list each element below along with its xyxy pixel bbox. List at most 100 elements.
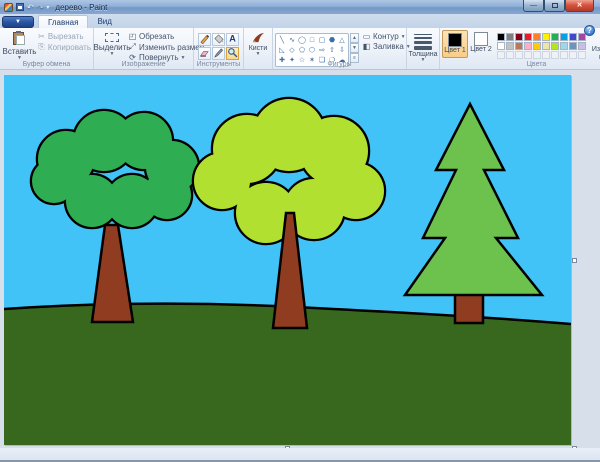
palette-swatch-empty[interactable] bbox=[542, 51, 550, 59]
shape-4-icon[interactable]: ▢ bbox=[317, 35, 327, 45]
palette-swatch[interactable] bbox=[569, 33, 577, 41]
palette-swatch[interactable] bbox=[497, 33, 505, 41]
fir-trunk bbox=[455, 293, 483, 323]
status-bar bbox=[0, 448, 600, 460]
magnifier-tool[interactable] bbox=[226, 47, 239, 60]
ribbon-tab-row: ▼ Главная Вид bbox=[0, 14, 600, 28]
palette-swatch-empty[interactable] bbox=[569, 51, 577, 59]
work-area bbox=[0, 70, 600, 460]
shape-1-icon[interactable]: ∿ bbox=[287, 35, 297, 45]
magnifier-icon bbox=[227, 45, 238, 63]
title-bar: ↶ ↷ ▾ дерево - Paint — ✕ bbox=[0, 0, 600, 14]
fill-button[interactable]: ◧ Заливка ▼ bbox=[362, 42, 411, 51]
image-group: Выделить ▼ ◰ Обрезать ⤢ Изменить размер … bbox=[94, 28, 194, 69]
eraser-tool[interactable] bbox=[198, 47, 211, 60]
palette-swatch[interactable] bbox=[515, 33, 523, 41]
size-dropdown-icon: ▼ bbox=[421, 58, 426, 62]
palette-swatch[interactable] bbox=[524, 42, 532, 50]
file-menu-button[interactable]: ▼ bbox=[2, 16, 34, 28]
paint-app-icon[interactable] bbox=[4, 3, 13, 12]
palette-swatch[interactable] bbox=[506, 33, 514, 41]
shape-8-icon[interactable]: ◇ bbox=[287, 45, 297, 55]
shape-3-icon[interactable]: □ bbox=[307, 35, 317, 45]
paste-button[interactable]: Вставить ▼ bbox=[2, 30, 37, 60]
palette-swatch[interactable] bbox=[551, 33, 559, 41]
color1-button[interactable]: Цвет 1 bbox=[442, 30, 468, 58]
svg-text:A: A bbox=[229, 33, 236, 43]
close-button[interactable]: ✕ bbox=[565, 0, 594, 12]
paint-window: ↶ ↷ ▾ дерево - Paint — ✕ ▼ Главная Вид В… bbox=[0, 0, 600, 462]
shape-6-icon[interactable]: △ bbox=[337, 35, 347, 45]
clipboard-group-label: Буфер обмена bbox=[0, 61, 93, 68]
select-button[interactable]: Выделить ▼ bbox=[96, 30, 128, 56]
brushes-group: Кисти ▼ bbox=[244, 28, 273, 69]
palette-swatch[interactable] bbox=[578, 42, 586, 50]
palette-swatch-empty[interactable] bbox=[533, 51, 541, 59]
image-group-label: Изображение bbox=[94, 61, 193, 68]
save-icon[interactable] bbox=[16, 3, 24, 11]
palette-swatch[interactable] bbox=[497, 42, 505, 50]
palette-swatch-empty[interactable] bbox=[515, 51, 523, 59]
resize-button[interactable]: ⤢ Изменить размер bbox=[128, 42, 204, 52]
palette-swatch-empty[interactable] bbox=[560, 51, 568, 59]
palette-swatch[interactable] bbox=[506, 42, 514, 50]
palette-swatch-empty[interactable] bbox=[524, 51, 532, 59]
size-group: Толщина ▼ bbox=[407, 28, 440, 69]
size-button[interactable]: Толщина ▼ bbox=[409, 30, 437, 62]
palette-swatch[interactable] bbox=[542, 42, 550, 50]
window-title: дерево - Paint bbox=[55, 3, 107, 12]
palette-swatch-empty[interactable] bbox=[506, 51, 514, 59]
help-icon[interactable]: ? bbox=[584, 25, 595, 36]
window-controls: — ✕ bbox=[523, 0, 594, 12]
tab-home[interactable]: Главная bbox=[38, 15, 88, 28]
shape-9-icon[interactable]: ⬠ bbox=[297, 45, 307, 55]
copy-button[interactable]: ⎘ Копировать bbox=[37, 42, 91, 52]
palette-swatch-empty[interactable] bbox=[551, 51, 559, 59]
minimize-button[interactable]: — bbox=[523, 0, 544, 12]
shapes-scroll-down-icon[interactable]: ▼ bbox=[350, 43, 359, 53]
canvas-resize-handle-right[interactable] bbox=[572, 258, 577, 263]
color-palette bbox=[497, 33, 586, 59]
undo-icon[interactable]: ↶ bbox=[27, 3, 34, 12]
palette-swatch[interactable] bbox=[515, 42, 523, 50]
tab-view[interactable]: Вид bbox=[88, 15, 120, 28]
tools-grid: A bbox=[198, 33, 239, 60]
color2-button[interactable]: Цвет 2 bbox=[468, 30, 494, 56]
crop-button[interactable]: ◰ Обрезать bbox=[128, 32, 204, 41]
palette-swatch[interactable] bbox=[533, 33, 541, 41]
picker-tool[interactable] bbox=[212, 47, 225, 60]
palette-swatch[interactable] bbox=[542, 33, 550, 41]
tools-group-label: Инструменты bbox=[194, 61, 243, 68]
palette-swatch-empty[interactable] bbox=[578, 51, 586, 59]
shape-5-icon[interactable]: ⬣ bbox=[327, 35, 337, 45]
copy-icon: ⎘ bbox=[37, 42, 46, 52]
select-rectangle-icon bbox=[105, 33, 119, 42]
palette-swatch[interactable] bbox=[533, 42, 541, 50]
palette-swatch[interactable] bbox=[560, 42, 568, 50]
brush-icon bbox=[251, 31, 266, 44]
shapes-scroll-up-icon[interactable]: ▲ bbox=[350, 33, 359, 43]
shape-2-icon[interactable]: ◯ bbox=[297, 35, 307, 45]
outline-button[interactable]: ▭ Контур ▼ bbox=[362, 32, 411, 41]
brushes-button[interactable]: Кисти ▼ bbox=[246, 30, 270, 56]
maximize-icon bbox=[552, 3, 558, 8]
palette-swatch[interactable] bbox=[569, 42, 577, 50]
shape-12-icon[interactable]: ⇧ bbox=[327, 45, 337, 55]
line-thickness-icon bbox=[414, 34, 432, 50]
palette-swatch[interactable] bbox=[524, 33, 532, 41]
palette-swatch-empty[interactable] bbox=[497, 51, 505, 59]
palette-swatch[interactable] bbox=[551, 42, 559, 50]
palette-swatch[interactable] bbox=[560, 33, 568, 41]
shape-11-icon[interactable]: ⇨ bbox=[317, 45, 327, 55]
cut-button[interactable]: ✂ Вырезать bbox=[37, 32, 91, 41]
resize-icon: ⤢ bbox=[128, 42, 137, 52]
shape-0-icon[interactable]: ╲ bbox=[277, 35, 287, 45]
drawing-canvas[interactable] bbox=[4, 75, 571, 445]
maximize-button[interactable] bbox=[544, 0, 565, 12]
shape-7-icon[interactable]: ◺ bbox=[277, 45, 287, 55]
shape-13-icon[interactable]: ⇩ bbox=[337, 45, 347, 55]
picker-icon bbox=[213, 45, 224, 63]
redo-icon[interactable]: ↷ bbox=[37, 3, 44, 12]
qat-dropdown-icon[interactable]: ▾ bbox=[46, 4, 49, 11]
shape-10-icon[interactable]: ⬡ bbox=[307, 45, 317, 55]
